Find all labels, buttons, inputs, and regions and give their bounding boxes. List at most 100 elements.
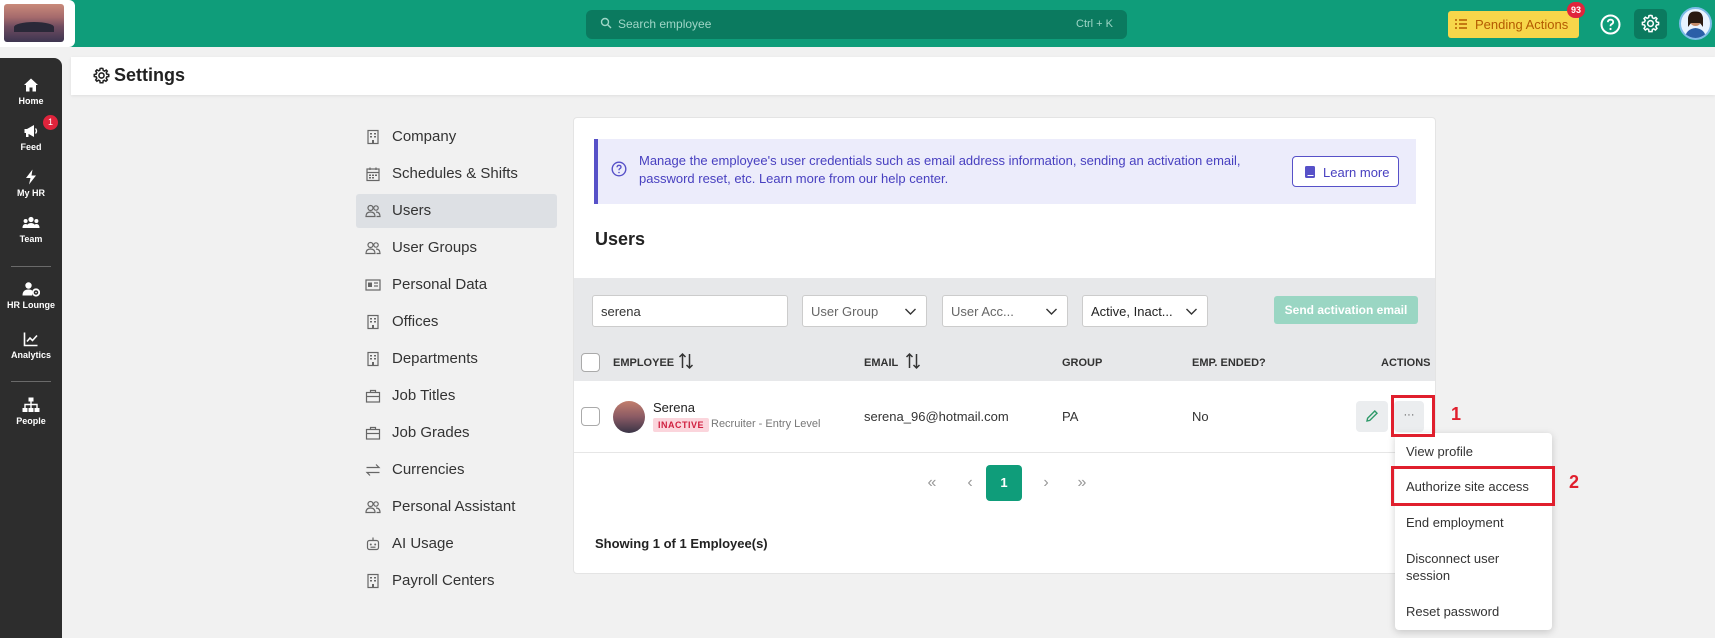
- status-select[interactable]: Active, Inact...: [1082, 295, 1208, 327]
- page-1-button[interactable]: 1: [986, 465, 1022, 501]
- info-banner: Manage the employee's user credentials s…: [594, 139, 1416, 204]
- edit-button[interactable]: [1356, 401, 1388, 432]
- sort-icon[interactable]: [905, 352, 921, 370]
- logo-container[interactable]: [0, 0, 75, 47]
- book-icon: [1305, 166, 1315, 178]
- learn-more-button[interactable]: Learn more: [1292, 156, 1399, 187]
- users-icon: [365, 500, 381, 514]
- avatar-icon: [1685, 11, 1706, 38]
- nav-feed[interactable]: Feed 1: [0, 115, 62, 166]
- next-page-button[interactable]: ›: [1028, 465, 1064, 501]
- nav-people[interactable]: People: [0, 396, 62, 440]
- help-icon: [611, 161, 627, 177]
- menu-item-label: Personal Assistant: [392, 498, 516, 515]
- help-icon[interactable]: [1600, 14, 1621, 35]
- robot-icon: [366, 537, 380, 551]
- group-cell: PA: [1062, 409, 1079, 424]
- menu-item-job-grades[interactable]: Job Grades: [356, 416, 557, 450]
- avatar[interactable]: [613, 401, 645, 433]
- pending-actions-button[interactable]: Pending Actions 93: [1448, 2, 1585, 38]
- company-logo[interactable]: [4, 4, 64, 42]
- menu-item-label: Payroll Centers: [392, 572, 495, 589]
- nav-team[interactable]: Team: [0, 214, 62, 258]
- nav-home[interactable]: Home: [0, 76, 62, 120]
- menu-end-employment[interactable]: End employment: [1406, 514, 1541, 531]
- menu-item-user-groups[interactable]: User Groups: [356, 231, 557, 265]
- menu-item-label: Job Grades: [392, 424, 470, 441]
- prev-page-button[interactable]: ‹: [952, 465, 988, 501]
- job-title: Recruiter - Entry Level: [711, 418, 821, 430]
- main-sidebar: Home Feed 1 My HR Team HR Lounge Analyti…: [0, 58, 62, 638]
- filter-bar: serena User Group User Acc... Active, In…: [574, 278, 1435, 345]
- sort-icon[interactable]: [678, 352, 694, 370]
- col-email[interactable]: EMAIL: [864, 357, 898, 369]
- menu-item-currencies[interactable]: Currencies: [356, 453, 557, 487]
- user-access-select-value: User Acc...: [951, 304, 1014, 319]
- nav-my-hr-label: My HR: [16, 188, 45, 198]
- users-icon: [365, 204, 381, 218]
- nav-my-hr[interactable]: My HR: [0, 168, 62, 212]
- menu-item-label: Schedules & Shifts: [392, 165, 518, 182]
- feed-badge: 1: [43, 115, 58, 130]
- user-group-select-value: User Group: [811, 304, 879, 319]
- user-access-select[interactable]: User Acc...: [942, 295, 1068, 327]
- learn-more-label: Learn more: [1323, 165, 1390, 180]
- user-avatar[interactable]: [1679, 7, 1712, 40]
- menu-item-label: Currencies: [392, 461, 465, 478]
- users-icon: [365, 241, 381, 255]
- nav-analytics[interactable]: Analytics: [0, 330, 62, 374]
- select-all-checkbox[interactable]: [581, 353, 600, 372]
- menu-item-schedules-shifts[interactable]: Schedules & Shifts: [356, 157, 557, 191]
- info-text: Manage the employee's user credentials s…: [639, 153, 1241, 186]
- chevron-down-icon: [1046, 308, 1057, 315]
- employee-search-input[interactable]: Search employee Ctrl + K: [586, 10, 1127, 39]
- menu-item-label: Personal Data: [392, 276, 488, 293]
- org-chart-icon: [22, 397, 40, 412]
- menu-item-personal-assistant[interactable]: Personal Assistant: [356, 490, 557, 524]
- pending-actions-label: Pending Actions: [1475, 17, 1569, 32]
- table-header: EMPLOYEE EMAIL GROUP EMP. ENDED? ACTIONS: [574, 345, 1435, 381]
- menu-disconnect-user-session[interactable]: Disconnect user session: [1406, 550, 1541, 584]
- col-group: GROUP: [1062, 357, 1103, 369]
- building-icon: [367, 351, 379, 367]
- employee-name[interactable]: Serena: [653, 400, 695, 415]
- nav-home-label: Home: [18, 96, 44, 106]
- menu-item-label: User Groups: [392, 239, 478, 256]
- highlight-box-2: [1391, 466, 1555, 506]
- building-icon: [367, 314, 379, 330]
- building-icon: [367, 573, 379, 589]
- step-label-2: 2: [1569, 472, 1580, 492]
- user-search-input[interactable]: serena: [592, 295, 788, 327]
- menu-item-label: Offices: [392, 313, 439, 330]
- settings-button[interactable]: [1634, 9, 1667, 39]
- col-actions: ACTIONS: [1381, 357, 1431, 369]
- bolt-icon: [26, 169, 36, 185]
- pagination: « ‹ 1 › »: [574, 465, 1435, 501]
- row-checkbox[interactable]: [581, 407, 600, 426]
- nav-hr-lounge-label: HR Lounge: [7, 300, 55, 310]
- last-page-button[interactable]: »: [1064, 465, 1100, 501]
- menu-item-payroll-centers[interactable]: Payroll Centers: [356, 564, 557, 598]
- menu-item-label: Users: [392, 202, 432, 219]
- nav-hr-lounge[interactable]: HR Lounge: [0, 280, 62, 324]
- users-title: Users: [595, 229, 646, 249]
- send-activation-email-button[interactable]: Send activation email: [1274, 296, 1418, 324]
- menu-item-departments[interactable]: Departments: [356, 342, 557, 376]
- menu-item-users[interactable]: Users: [356, 194, 557, 228]
- email-cell: serena_96@hotmail.com: [864, 409, 1009, 424]
- menu-item-ai-usage[interactable]: AI Usage: [356, 527, 557, 561]
- menu-reset-password[interactable]: Reset password: [1406, 603, 1541, 620]
- emp-ended-cell: No: [1192, 409, 1209, 424]
- user-group-select[interactable]: User Group: [802, 295, 927, 327]
- megaphone-icon: [24, 125, 38, 137]
- first-page-button[interactable]: «: [914, 465, 950, 501]
- menu-item-label: Job Titles: [392, 387, 456, 404]
- menu-item-company[interactable]: Company: [356, 120, 557, 154]
- nav-people-label: People: [16, 416, 46, 426]
- menu-item-personal-data[interactable]: Personal Data: [356, 268, 557, 302]
- menu-view-profile[interactable]: View profile: [1406, 443, 1541, 460]
- status-badge: INACTIVE: [653, 418, 710, 432]
- col-employee[interactable]: EMPLOYEE: [613, 357, 674, 369]
- menu-item-offices[interactable]: Offices: [356, 305, 557, 339]
- menu-item-job-titles[interactable]: Job Titles: [356, 379, 557, 413]
